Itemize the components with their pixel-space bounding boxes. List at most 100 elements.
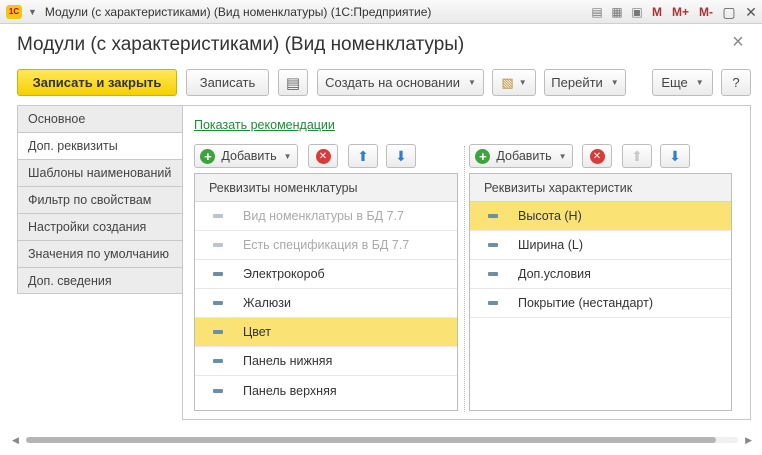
scrollbar-thumb[interactable] bbox=[26, 437, 716, 443]
print-icon[interactable]: ▤ bbox=[587, 0, 607, 24]
scroll-left-icon[interactable]: ◀ bbox=[12, 434, 19, 446]
titlebar-tools: ▤ ▦ ▣ M M+ M- ▢ ✕ bbox=[587, 0, 762, 24]
list-item[interactable]: Ширина (L) bbox=[470, 231, 731, 260]
scroll-right-icon[interactable]: ▶ bbox=[745, 434, 752, 446]
help-button[interactable]: ? bbox=[721, 69, 751, 96]
goto-label: Перейти bbox=[551, 75, 603, 90]
delete-circle-icon: ✕ bbox=[315, 148, 331, 164]
list-item-label: Панель нижняя bbox=[243, 354, 333, 368]
list-item-label: Электрокороб bbox=[243, 267, 325, 281]
list-item-selected[interactable]: Высота (Н) bbox=[470, 202, 731, 231]
report-menu-button[interactable]: ▧ ▼ bbox=[492, 69, 536, 96]
left-add-label: Добавить bbox=[221, 149, 277, 163]
attribute-icon bbox=[213, 359, 223, 363]
list-item[interactable]: Вид номенклатуры в БД 7.7 bbox=[195, 202, 457, 231]
attribute-icon bbox=[213, 301, 223, 305]
restore-window-icon[interactable]: ▢ bbox=[718, 0, 740, 24]
tab-label: Доп. реквизиты bbox=[28, 139, 118, 153]
list-item[interactable]: Покрытие (нестандарт) bbox=[470, 289, 731, 318]
list-item-label: Вид номенклатуры в БД 7.7 bbox=[243, 209, 404, 223]
attribute-icon bbox=[488, 272, 498, 276]
characteristic-attributes-list: Реквизиты характеристик Высота (Н) Ширин… bbox=[469, 173, 732, 411]
list-item-label: Цвет bbox=[243, 325, 272, 339]
chevron-down-icon: ▼ bbox=[518, 78, 527, 87]
right-move-down-button[interactable]: ⬇ bbox=[660, 144, 690, 168]
more-button[interactable]: Еще ▼ bbox=[652, 69, 713, 96]
tab-main[interactable]: Основное bbox=[17, 105, 183, 132]
window-titlebar: 1С ▼ Модули (с характеристиками) (Вид но… bbox=[0, 0, 762, 24]
form-tabs: Основное Доп. реквизиты Шаблоны наименов… bbox=[17, 105, 183, 294]
list-item[interactable]: Панель нижняя bbox=[195, 347, 457, 376]
attribute-icon bbox=[213, 272, 223, 276]
arrow-up-icon: ⬆ bbox=[357, 148, 369, 164]
window-title: Модули (с характеристиками) (Вид номенкл… bbox=[44, 4, 432, 19]
save-label: Записать bbox=[199, 75, 256, 90]
arrow-down-icon: ⬇ bbox=[395, 148, 407, 164]
close-window-icon[interactable]: ✕ bbox=[740, 0, 762, 24]
form-title: Модули (с характеристиками) (Вид номенкл… bbox=[17, 34, 465, 55]
attribute-icon bbox=[213, 330, 223, 334]
attribute-icon bbox=[488, 214, 498, 218]
app-logo-icon[interactable]: 1С bbox=[6, 4, 22, 19]
tab-default-values[interactable]: Значения по умолчанию bbox=[17, 240, 183, 267]
plus-circle-icon: + bbox=[475, 148, 491, 164]
help-label: ? bbox=[732, 75, 740, 90]
calculator-icon[interactable]: ▦ bbox=[607, 0, 627, 24]
list-item[interactable]: Доп.условия bbox=[470, 260, 731, 289]
chevron-down-icon: ▼ bbox=[467, 78, 476, 87]
horizontal-scrollbar[interactable]: ◀ ▶ bbox=[12, 434, 752, 446]
list-item-selected[interactable]: Цвет bbox=[195, 318, 457, 347]
form-close-icon[interactable]: × bbox=[729, 31, 747, 53]
list-item[interactable]: Электрокороб bbox=[195, 260, 457, 289]
lists-divider bbox=[464, 146, 465, 412]
more-label: Еще bbox=[661, 75, 688, 90]
tab-name-templates[interactable]: Шаблоны наименований bbox=[17, 159, 183, 186]
attribute-icon bbox=[213, 214, 223, 218]
report-icon: ▧ bbox=[501, 74, 514, 90]
app-menu-chevron-icon[interactable]: ▼ bbox=[28, 7, 37, 17]
list-view-button[interactable]: ▤ bbox=[278, 69, 308, 96]
tab-additional-attributes[interactable]: Доп. реквизиты bbox=[17, 132, 183, 159]
list-icon: ▤ bbox=[285, 74, 301, 92]
chevron-down-icon: ▼ bbox=[283, 151, 292, 161]
show-recommendations-link[interactable]: Показать рекомендации bbox=[194, 118, 335, 132]
memory-m-minus-button[interactable]: M- bbox=[694, 0, 718, 24]
left-move-down-button[interactable]: ⬇ bbox=[386, 144, 416, 168]
create-based-on-button[interactable]: Создать на основании ▼ bbox=[317, 69, 484, 96]
tab-creation-settings[interactable]: Настройки создания bbox=[17, 213, 183, 240]
save-button[interactable]: Записать bbox=[186, 69, 269, 96]
memory-m-button[interactable]: M bbox=[647, 0, 667, 24]
tab-property-filter[interactable]: Фильтр по свойствам bbox=[17, 186, 183, 213]
tab-label: Значения по умолчанию bbox=[28, 247, 170, 261]
tab-label: Шаблоны наименований bbox=[28, 166, 172, 180]
calendar-icon[interactable]: ▣ bbox=[627, 0, 647, 24]
list-item-label: Жалюзи bbox=[243, 296, 292, 310]
list-header: Реквизиты характеристик bbox=[470, 174, 731, 202]
list-item-label: Ширина (L) bbox=[518, 238, 583, 252]
chevron-down-icon: ▼ bbox=[610, 78, 619, 87]
product-attributes-list: Реквизиты номенклатуры Вид номенклатуры … bbox=[194, 173, 458, 411]
save-and-close-label: Записать и закрыть bbox=[32, 75, 162, 90]
list-item[interactable]: Панель верхняя bbox=[195, 376, 457, 405]
memory-m-plus-button[interactable]: M+ bbox=[667, 0, 694, 24]
scrollbar-track[interactable] bbox=[26, 437, 738, 443]
left-add-button[interactable]: + Добавить ▼ bbox=[194, 144, 298, 168]
save-and-close-button[interactable]: Записать и закрыть bbox=[17, 69, 177, 96]
list-header: Реквизиты номенклатуры bbox=[195, 174, 457, 202]
left-move-up-button[interactable]: ⬆ bbox=[348, 144, 378, 168]
delete-circle-icon: ✕ bbox=[589, 148, 605, 164]
left-delete-button[interactable]: ✕ bbox=[308, 144, 338, 168]
right-move-up-button[interactable]: ⬆ bbox=[622, 144, 652, 168]
list-item-label: Панель верхняя bbox=[243, 383, 337, 398]
list-item[interactable]: Жалюзи bbox=[195, 289, 457, 318]
arrow-up-icon: ⬆ bbox=[631, 148, 643, 164]
attribute-icon bbox=[488, 301, 498, 305]
right-delete-button[interactable]: ✕ bbox=[582, 144, 612, 168]
attribute-icon bbox=[213, 243, 223, 247]
list-item-label: Покрытие (нестандарт) bbox=[518, 296, 653, 310]
tab-additional-info[interactable]: Доп. сведения bbox=[17, 267, 183, 294]
list-item[interactable]: Есть спецификация в БД 7.7 bbox=[195, 231, 457, 260]
right-add-button[interactable]: + Добавить ▼ bbox=[469, 144, 573, 168]
goto-button[interactable]: Перейти ▼ bbox=[544, 69, 626, 96]
chevron-down-icon: ▼ bbox=[558, 151, 567, 161]
